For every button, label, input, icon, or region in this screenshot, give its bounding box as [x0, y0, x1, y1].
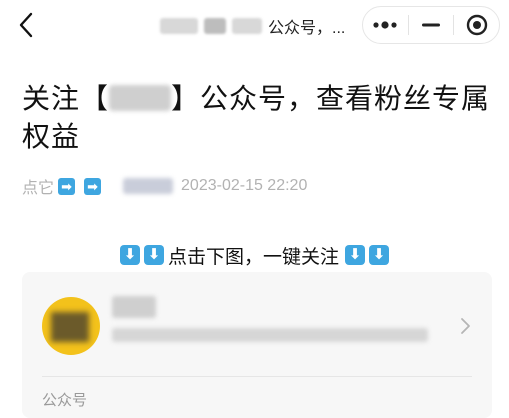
chevron-left-icon [19, 12, 33, 38]
close-target-icon [466, 14, 487, 36]
down-arrow-icon: ⬇ [345, 245, 365, 265]
article-meta: 点它 ➡ ➡ 2023-02-15 22:20 [22, 175, 307, 197]
down-arrow-icon: ⬇ [369, 245, 389, 265]
blurred-account-name [109, 85, 172, 111]
close-button[interactable] [454, 7, 499, 43]
chevron-right-icon [461, 318, 470, 334]
follow-prompt: ⬇ ⬇ 点击下图，一键关注 ⬇ ⬇ [0, 243, 509, 268]
meta-prefix: 点它 [22, 180, 55, 197]
account-type-label: 公众号 [42, 392, 88, 409]
minimize-button[interactable] [409, 7, 454, 43]
right-arrow-icon: ➡ [58, 177, 76, 195]
blurred-account-name [160, 18, 198, 34]
official-account-card[interactable]: 公众号 [22, 272, 492, 418]
top-nav-bar: 公众号，... [0, 0, 509, 50]
prompt-text: 点击下图，一键关注 [167, 246, 339, 268]
mini-program-capsule [362, 6, 500, 44]
publish-date: 2023-02-15 22:20 [181, 177, 308, 194]
blurred-account-name [232, 18, 262, 34]
avatar-image [51, 312, 89, 342]
card-divider [42, 376, 472, 377]
article-title: 关注【 】公众号，查看粉丝专属权益 [22, 80, 492, 156]
blurred-account-name [112, 296, 156, 318]
article-title-prefix: 关注【 [22, 83, 110, 114]
more-button[interactable] [363, 7, 408, 43]
nav-title-text: 公众号，... [268, 20, 346, 37]
blurred-account-name [204, 18, 226, 34]
account-avatar [42, 297, 100, 355]
blurred-account-description [112, 328, 428, 342]
author-link[interactable] [123, 178, 174, 194]
minimize-icon [422, 23, 440, 27]
back-button[interactable] [14, 10, 38, 40]
down-arrow-icon: ⬇ [143, 245, 164, 265]
down-arrow-icon: ⬇ [119, 245, 140, 265]
more-dots-icon [373, 21, 397, 29]
nav-title: 公众号，... [160, 13, 345, 39]
right-arrow-icon: ➡ [84, 177, 102, 195]
